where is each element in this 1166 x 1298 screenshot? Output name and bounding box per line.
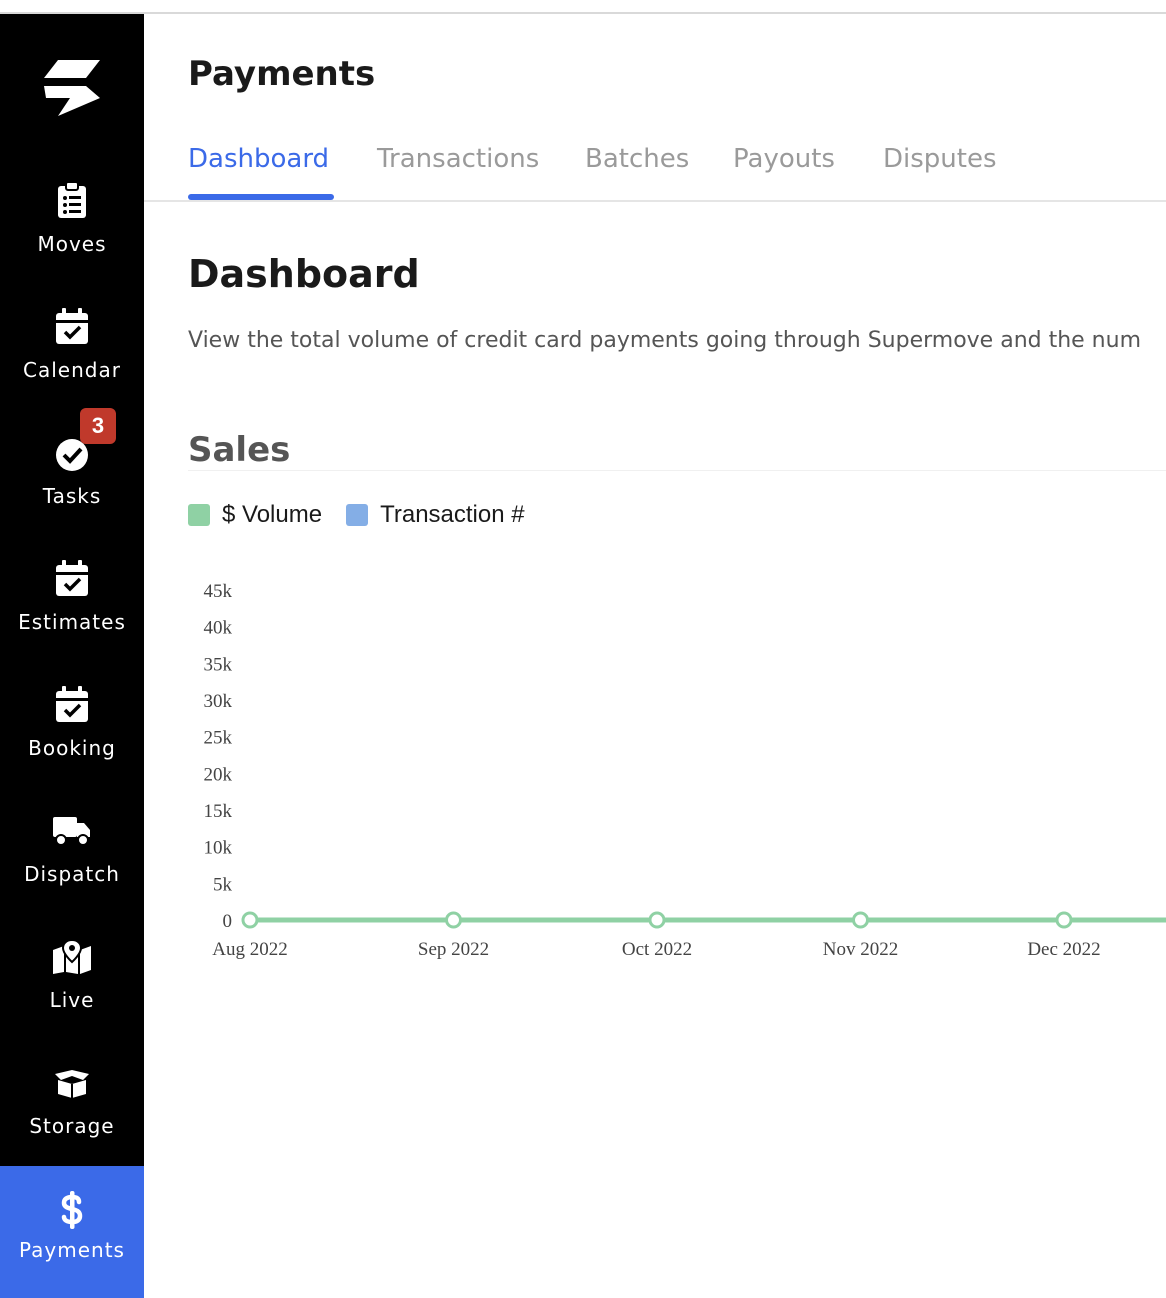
- x-tick-label: Sep 2022: [418, 939, 489, 960]
- tab-dashboard[interactable]: Dashboard: [188, 144, 329, 174]
- legend-item-volume[interactable]: $ Volume: [188, 501, 322, 529]
- y-tick-label: 30k: [204, 691, 233, 712]
- data-point: [1055, 911, 1073, 929]
- active-tab-indicator: [188, 194, 334, 200]
- calendar-check-icon: [52, 558, 92, 598]
- data-point: [241, 911, 259, 929]
- truck-icon: [52, 810, 92, 850]
- y-tick-label: 0: [223, 911, 233, 932]
- y-tick-label: 45k: [204, 581, 233, 602]
- sidebar-item-label: Estimates: [18, 610, 126, 634]
- sidebar-item-label: Tasks: [42, 484, 102, 508]
- sidebar-item-label: Dispatch: [24, 862, 120, 886]
- sidebar-item-estimates[interactable]: Estimates: [0, 558, 144, 684]
- sidebar-item-calendar[interactable]: Calendar: [0, 306, 144, 432]
- map-marker-icon: [52, 936, 92, 976]
- dashboard-description: View the total volume of credit card pay…: [188, 328, 1142, 353]
- sidebar-item-payments[interactable]: Payments: [0, 1166, 144, 1298]
- section-title: Dashboard: [188, 252, 420, 296]
- top-border: [0, 12, 1166, 14]
- page-title: Payments: [188, 54, 376, 94]
- y-tick-label: 40k: [204, 618, 233, 639]
- x-tick-label: Oct 2022: [622, 939, 692, 960]
- legend-swatch-transactions: [346, 504, 369, 526]
- sidebar-item-label: Storage: [29, 1114, 115, 1138]
- legend-item-transactions[interactable]: Transaction #: [346, 501, 525, 529]
- chart-legend: $ Volume Transaction #: [188, 500, 549, 530]
- supermove-logo-icon[interactable]: [40, 58, 104, 118]
- sidebar-item-label: Live: [49, 988, 95, 1012]
- dollar-sign-icon: [52, 1190, 92, 1230]
- legend-swatch-volume: [188, 504, 210, 526]
- box-open-icon: [52, 1062, 92, 1102]
- tab-disputes[interactable]: Disputes: [883, 144, 997, 174]
- y-tick-label: 20k: [204, 764, 233, 785]
- data-point: [648, 911, 666, 929]
- sidebar-item-label: Calendar: [23, 358, 121, 382]
- y-tick-label: 35k: [204, 654, 233, 675]
- sidebar-item-label: Payments: [19, 1238, 125, 1262]
- sidebar-item-tasks[interactable]: Tasks: [0, 432, 144, 558]
- x-tick-label: Nov 2022: [823, 939, 898, 960]
- sidebar-item-booking[interactable]: Booking: [0, 684, 144, 810]
- y-tick-label: 15k: [204, 801, 233, 822]
- x-tick-label: Aug 2022: [212, 939, 287, 960]
- legend-label: $ Volume: [222, 501, 323, 528]
- sales-title: Sales: [188, 430, 291, 470]
- sidebar-item-moves[interactable]: Moves: [0, 180, 144, 306]
- calendar-check-icon: [52, 684, 92, 724]
- sidebar-item-dispatch[interactable]: Dispatch: [0, 810, 144, 936]
- data-point: [445, 911, 462, 929]
- tab-batches[interactable]: Batches: [585, 144, 689, 174]
- clipboard-list-icon: [52, 180, 92, 220]
- divider: [188, 470, 1166, 471]
- sidebar-item-label: Moves: [37, 232, 107, 256]
- tasks-count-badge: 3: [80, 408, 116, 444]
- tab-transactions[interactable]: Transactions: [377, 144, 539, 174]
- x-tick-label: Dec 2022: [1027, 939, 1100, 960]
- data-point: [852, 911, 869, 929]
- sidebar-item-label: Booking: [28, 736, 116, 760]
- legend-label: Transaction #: [380, 501, 525, 528]
- tab-bar: Dashboard Transactions Batches Payouts D…: [144, 140, 1166, 202]
- tab-payouts[interactable]: Payouts: [733, 144, 835, 174]
- y-tick-label: 5k: [213, 874, 233, 895]
- y-tick-label: 25k: [204, 728, 233, 749]
- y-tick-label: 10k: [204, 838, 233, 859]
- sidebar-item-live[interactable]: Live: [0, 936, 144, 1062]
- calendar-check-icon: [52, 306, 92, 346]
